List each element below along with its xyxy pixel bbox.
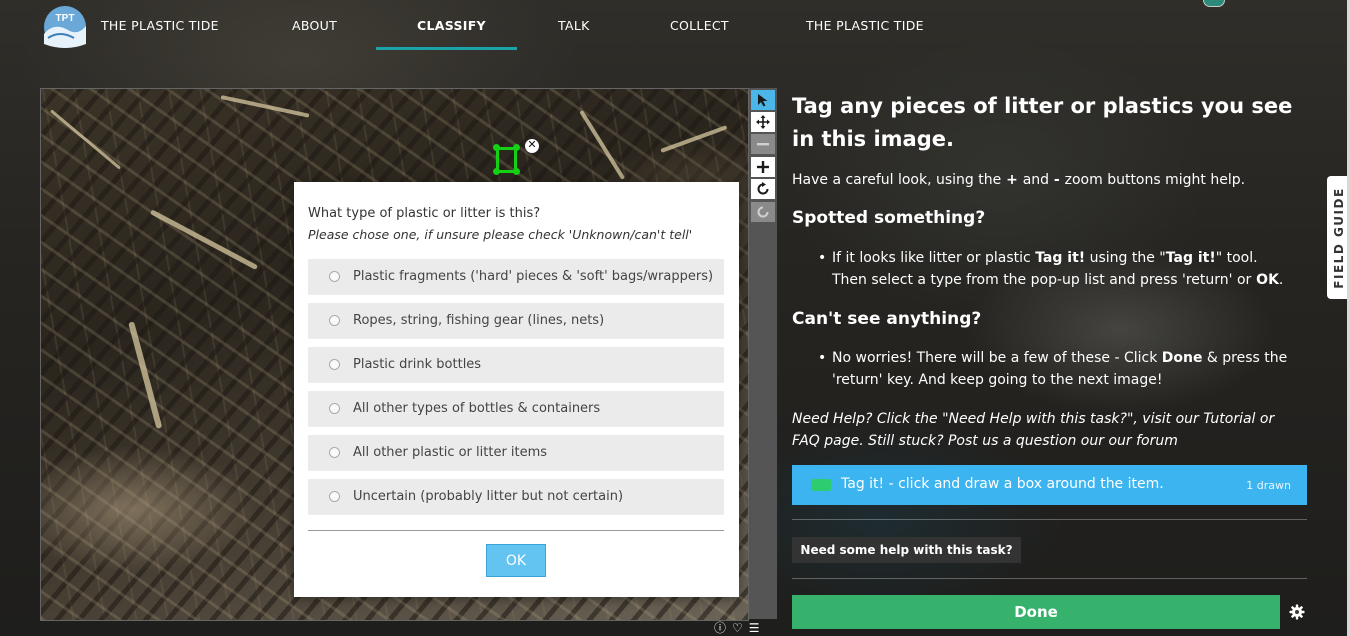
nav-the-plastic-tide[interactable]: THE PLASTIC TIDE [806, 18, 924, 33]
collections-icon[interactable]: ☰ [749, 621, 760, 635]
radio-icon[interactable] [329, 359, 340, 370]
tool-color-swatch [811, 479, 831, 491]
viewer-toolbar [749, 88, 777, 619]
resize-handle[interactable] [513, 144, 520, 151]
heart-icon[interactable]: ♡ [732, 621, 743, 635]
gear-icon[interactable] [1289, 604, 1305, 620]
option-other-bottles[interactable]: All other types of bottles & containers [308, 391, 724, 427]
tag-it-tool[interactable]: Tag it! - click and draw a box around th… [792, 465, 1307, 505]
ok-button[interactable]: OK [486, 544, 546, 577]
cant-see-instructions: No worries! There will be a few of these… [818, 347, 1292, 391]
resize-handle[interactable] [493, 168, 500, 175]
rotate-icon[interactable] [751, 179, 775, 199]
option-label: All other types of bottles & containers [353, 401, 601, 416]
delete-mark-icon[interactable]: ✕ [524, 138, 540, 154]
need-help-button[interactable]: Need some help with this task? [792, 537, 1021, 563]
radio-icon[interactable] [329, 271, 340, 282]
resize-handle[interactable] [493, 144, 500, 151]
zoom-out-icon[interactable] [751, 134, 775, 154]
option-label: Plastic fragments ('hard' pieces & 'soft… [353, 269, 714, 284]
nav-talk[interactable]: TALK [558, 18, 590, 33]
popup-question: What type of plastic or litter is this? [308, 206, 541, 221]
option-other-items[interactable]: All other plastic or litter items [308, 435, 724, 471]
nav-active-underline [376, 47, 517, 50]
drawn-count: 1 drawn [1246, 479, 1291, 492]
seaweed-stem [50, 109, 121, 170]
annotate-pointer-icon[interactable] [751, 90, 775, 110]
subject-meta-icons: ⓘ ♡ ☰ [714, 621, 760, 635]
option-label: Plastic drink bottles [353, 357, 482, 372]
option-ropes[interactable]: Ropes, string, fishing gear (lines, nets… [308, 303, 724, 339]
radio-icon[interactable] [329, 491, 340, 502]
radio-icon[interactable] [329, 447, 340, 458]
field-guide-label: FIELD GUIDE [1331, 186, 1346, 289]
option-plastic-fragments[interactable]: Plastic fragments ('hard' pieces & 'soft… [308, 259, 724, 295]
detail-popup: What type of plastic or litter is this? … [294, 182, 739, 597]
move-icon[interactable] [751, 112, 775, 132]
seaweed-stem [660, 125, 728, 153]
divider [792, 578, 1307, 579]
done-button[interactable]: Done [792, 595, 1280, 629]
task-title: Tag any pieces of litter or plastics you… [792, 94, 1293, 151]
nav-about[interactable]: ABOUT [292, 18, 337, 33]
option-drink-bottles[interactable]: Plastic drink bottles [308, 347, 724, 383]
tool-label: Tag it! - click and draw a box around th… [841, 476, 1164, 492]
cant-see-heading: Can't see anything? [792, 309, 982, 329]
avatar[interactable] [1203, 0, 1225, 7]
seaweed-stem [579, 109, 626, 180]
plastic-tide-logo-icon[interactable]: TPT [40, 4, 90, 50]
spotted-instructions: If it looks like litter or plastic Tag i… [818, 247, 1292, 291]
info-icon[interactable]: ⓘ [714, 621, 726, 635]
nav-home[interactable]: THE PLASTIC TIDE [101, 18, 219, 33]
nav-collect[interactable]: COLLECT [670, 18, 729, 33]
help-text: Need Help? Click the "Need Help with thi… [792, 411, 1275, 449]
divider [792, 519, 1307, 520]
nav-classify[interactable]: CLASSIFY [417, 18, 486, 33]
seaweed-stem [128, 321, 163, 430]
seaweed-stem [220, 95, 310, 118]
option-uncertain[interactable]: Uncertain (probably litter but not certa… [308, 479, 724, 515]
popup-instruction: Please chose one, if unsure please check… [308, 227, 693, 242]
radio-icon[interactable] [329, 315, 340, 326]
option-label: Ropes, string, fishing gear (lines, nets… [353, 313, 605, 328]
logo-text: TPT [56, 13, 75, 24]
top-nav: TPT THE PLASTIC TIDE ABOUT CLASSIFY TALK… [0, 0, 1350, 52]
reset-view-icon[interactable] [751, 202, 775, 222]
zoom-hint: Have a careful look, using the + and - z… [792, 172, 1246, 188]
option-label: All other plastic or litter items [353, 445, 548, 460]
seaweed-stem [149, 209, 259, 271]
option-label: Uncertain (probably litter but not certa… [353, 489, 624, 504]
resize-handle[interactable] [513, 168, 520, 175]
popup-divider [308, 530, 724, 531]
radio-icon[interactable] [329, 403, 340, 414]
spotted-heading: Spotted something? [792, 208, 986, 228]
zoom-in-icon[interactable] [751, 157, 775, 177]
